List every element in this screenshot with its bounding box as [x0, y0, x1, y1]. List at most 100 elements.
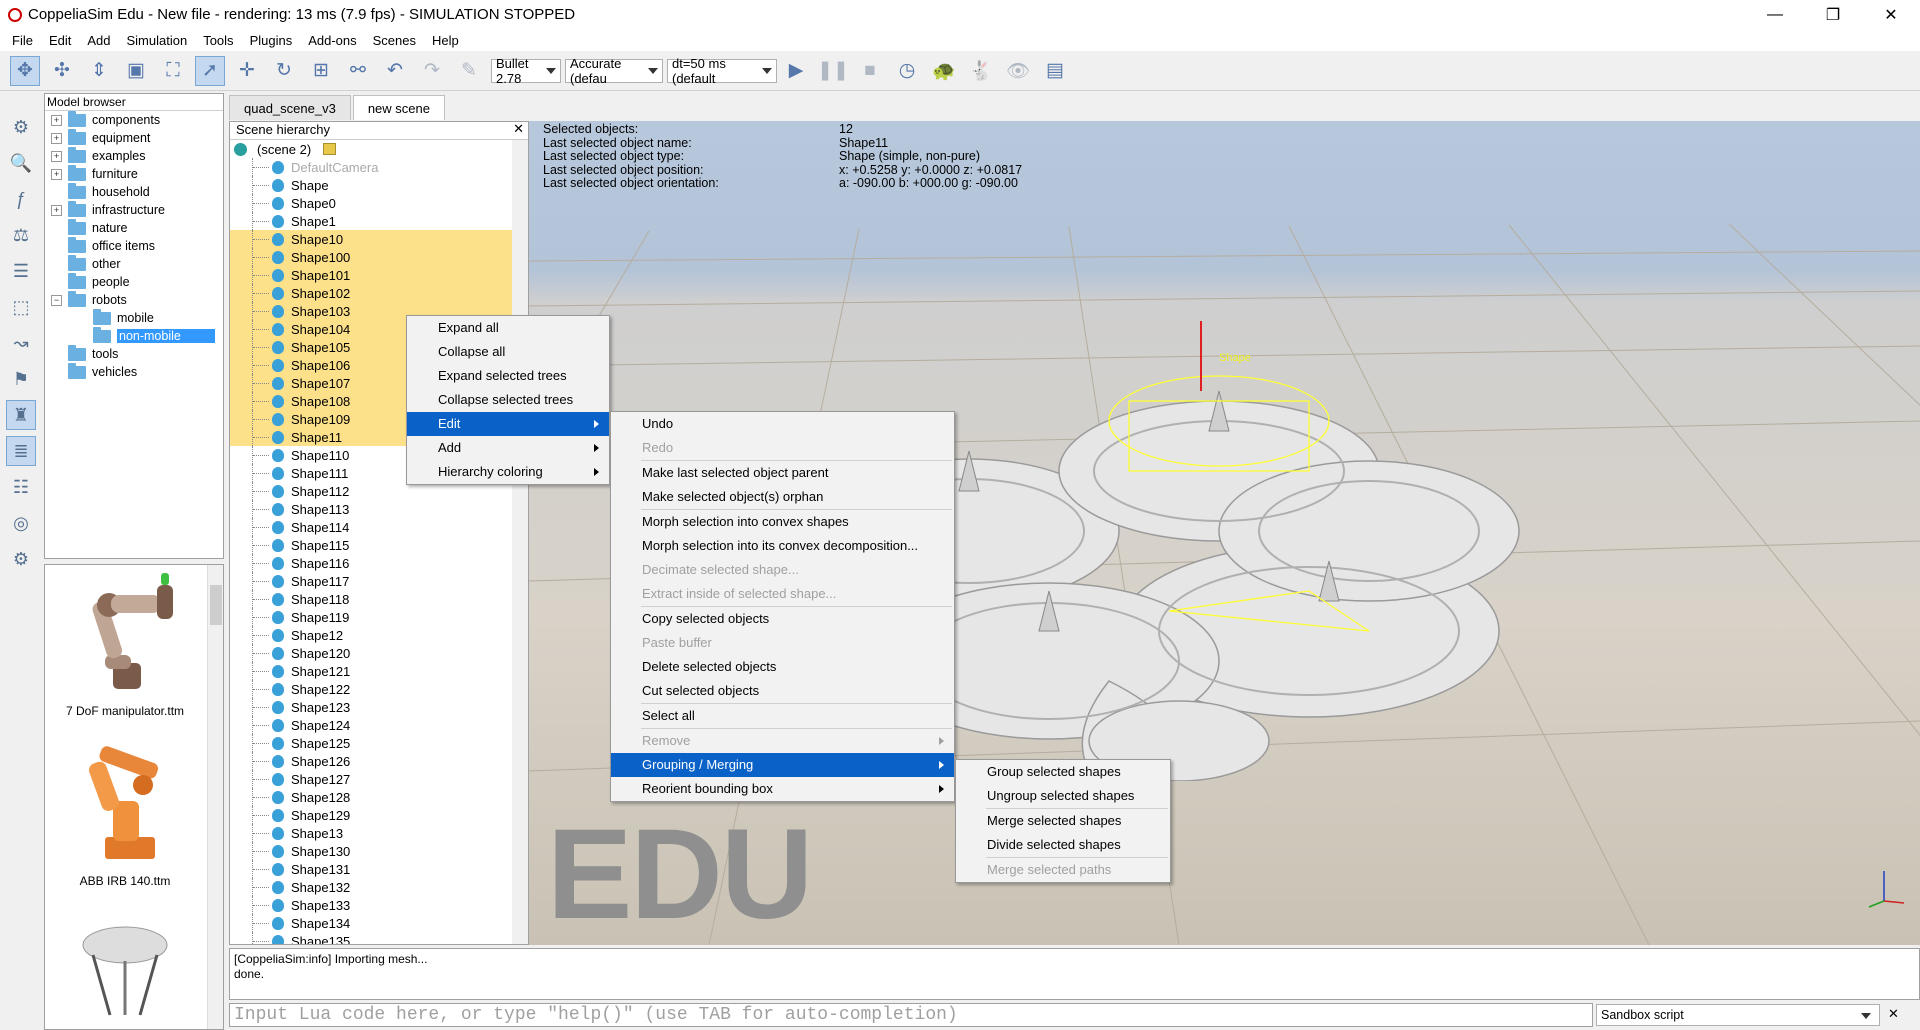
menu-item-paste[interactable]: Paste buffer [611, 631, 954, 655]
dynamic-content-icon[interactable]: ✎ [454, 56, 484, 86]
object-rotate-icon[interactable]: ↻ [269, 56, 299, 86]
fit-to-view-icon[interactable]: ⛶ [158, 56, 188, 86]
minimize-button[interactable]: — [1746, 0, 1804, 29]
hierarchy-item[interactable]: DefaultCamera [230, 158, 528, 176]
menu-item-copy[interactable]: Copy selected objects [611, 607, 954, 631]
expand-icon[interactable]: + [51, 114, 62, 126]
menu-edit[interactable]: Edit [41, 33, 79, 48]
hierarchy-item[interactable]: Shape134 [230, 914, 528, 932]
collections-icon[interactable]: ⚖ [6, 220, 36, 250]
menu-item-make-orphan[interactable]: Make selected object(s) orphan [611, 485, 954, 509]
hierarchy-item[interactable]: Shape122 [230, 680, 528, 698]
quadcopter-model[interactable]: Shape [849, 301, 1609, 781]
physics-engine-select[interactable]: Bullet 2.78 [491, 56, 561, 86]
hierarchy-item[interactable]: Shape118 [230, 590, 528, 608]
hierarchy-item[interactable]: Shape1 [230, 212, 528, 230]
lua-command-input[interactable]: Input Lua code here, or type "help()" (u… [229, 1003, 1593, 1027]
menu-item-remove[interactable]: Remove [611, 729, 954, 753]
selection-icon[interactable]: ⚑ [6, 364, 36, 394]
visualization-toggle-icon[interactable]: 👁 [1003, 56, 1033, 86]
menu-item-select-all[interactable]: Select all [611, 704, 954, 728]
hierarchy-item[interactable]: Shape114 [230, 518, 528, 536]
hierarchy-item[interactable]: Shape10 [230, 230, 528, 248]
model-thumbnail-7dof[interactable]: 7 DoF manipulator.ttm [45, 571, 205, 718]
menu-item-cut[interactable]: Cut selected objects [611, 679, 954, 703]
model-thumbnail-abb[interactable]: ABB IRB 140.ttm [45, 741, 205, 888]
hierarchy-item[interactable]: Shape [230, 176, 528, 194]
layers-icon[interactable]: ☷ [6, 472, 36, 502]
camera-pan-icon[interactable]: ✥ [10, 55, 40, 86]
tree-item-furniture[interactable]: + furniture [45, 164, 223, 183]
menu-item-divide-shapes[interactable]: Divide selected shapes [956, 833, 1170, 857]
hierarchy-item[interactable]: Shape120 [230, 644, 528, 662]
assemble-icon[interactable]: ⊞ [306, 56, 336, 86]
transfer-dna-icon[interactable]: ⚯ [343, 56, 373, 86]
menu-item-reorient-bbox[interactable]: Reorient bounding box [611, 777, 954, 801]
tree-item-other[interactable]: other [45, 254, 223, 273]
hierarchy-item[interactable]: Shape132 [230, 878, 528, 896]
script-target-select[interactable]: Sandbox script [1596, 1004, 1880, 1026]
shape-edit-icon[interactable]: ⬚ [6, 292, 36, 322]
tab-new-scene[interactable]: new scene [352, 95, 445, 120]
hierarchy-item[interactable]: Shape116 [230, 554, 528, 572]
menu-addons[interactable]: Add-ons [300, 33, 364, 48]
menu-help[interactable]: Help [424, 33, 467, 48]
menu-item-decimate[interactable]: Decimate selected shape... [611, 558, 954, 582]
menu-item-morph-convex[interactable]: Morph selection into convex shapes [611, 510, 954, 534]
hierarchy-item[interactable]: Shape101 [230, 266, 528, 284]
menu-item-delete[interactable]: Delete selected objects [611, 655, 954, 679]
hierarchy-root[interactable]: (scene 2) [230, 140, 528, 158]
tree-item-vehicles[interactable]: vehicles [45, 362, 223, 381]
hierarchy-item[interactable]: Shape131 [230, 860, 528, 878]
hierarchy-item[interactable]: Shape12 [230, 626, 528, 644]
undo-icon[interactable]: ↶ [380, 56, 410, 86]
accuracy-select[interactable]: Accurate (defau [565, 56, 663, 86]
menu-add[interactable]: Add [79, 33, 118, 48]
script-icon[interactable] [323, 143, 336, 155]
menu-item-collapse-selected[interactable]: Collapse selected trees [407, 388, 609, 412]
expand-icon[interactable]: + [51, 168, 62, 180]
menu-item-expand-all[interactable]: Expand all [407, 316, 609, 340]
menu-item-merge-paths[interactable]: Merge selected paths [956, 858, 1170, 882]
redo-icon[interactable]: ↷ [417, 56, 447, 86]
tree-item-nature[interactable]: nature [45, 218, 223, 237]
tree-item-office-items[interactable]: office items [45, 236, 223, 255]
hierarchy-item[interactable]: Shape102 [230, 284, 528, 302]
hierarchy-item[interactable]: Shape127 [230, 770, 528, 788]
speed-up-icon[interactable]: 🐇 [966, 56, 996, 86]
model-thumbnail-delta[interactable] [45, 915, 205, 1028]
hierarchy-item[interactable]: Shape113 [230, 500, 528, 518]
hierarchy-item[interactable]: Shape13 [230, 824, 528, 842]
hierarchy-item[interactable]: Shape133 [230, 896, 528, 914]
menu-item-redo[interactable]: Redo [611, 436, 954, 460]
start-simulation-icon[interactable]: ▶ [781, 56, 811, 86]
timestep-select[interactable]: dt=50 ms (default [667, 56, 777, 86]
menu-item-ungroup-shapes[interactable]: Ungroup selected shapes [956, 784, 1170, 808]
object-shift-icon[interactable]: ✛ [232, 56, 262, 86]
hierarchy-scrollbar[interactable] [512, 140, 528, 944]
calculation-modules-icon[interactable]: ƒ [6, 184, 36, 214]
hierarchy-item[interactable]: Shape0 [230, 194, 528, 212]
menu-item-grouping-merging[interactable]: Grouping / Merging [611, 753, 954, 777]
hierarchy-item[interactable]: Shape117 [230, 572, 528, 590]
scene-object-properties-icon[interactable]: 🔍 [6, 148, 36, 178]
menu-tools[interactable]: Tools [195, 33, 241, 48]
hierarchy-item[interactable]: Shape119 [230, 608, 528, 626]
scripts-icon[interactable]: ☰ [6, 256, 36, 286]
tab-quad-scene-v3[interactable]: quad_scene_v3 [229, 95, 351, 120]
tree-item-people[interactable]: people [45, 272, 223, 291]
path-edit-icon[interactable]: ↝ [6, 328, 36, 358]
hierarchy-item[interactable]: Shape100 [230, 248, 528, 266]
menu-simulation[interactable]: Simulation [119, 33, 196, 48]
realtime-mode-icon[interactable]: ◷ [892, 56, 922, 86]
maximize-button[interactable]: ❐ [1804, 0, 1862, 29]
hierarchy-item[interactable]: Shape129 [230, 806, 528, 824]
tree-item-infrastructure[interactable]: + infrastructure [45, 200, 223, 219]
collapse-icon[interactable]: − [51, 294, 62, 306]
tree-item-equipment[interactable]: + equipment [45, 128, 223, 147]
menu-plugins[interactable]: Plugins [242, 33, 301, 48]
menu-item-make-parent[interactable]: Make last selected object parent [611, 461, 954, 485]
hierarchy-item[interactable]: Shape123 [230, 698, 528, 716]
camera-angle-icon[interactable]: ▣ [121, 56, 151, 86]
menu-item-merge-shapes[interactable]: Merge selected shapes [956, 809, 1170, 833]
